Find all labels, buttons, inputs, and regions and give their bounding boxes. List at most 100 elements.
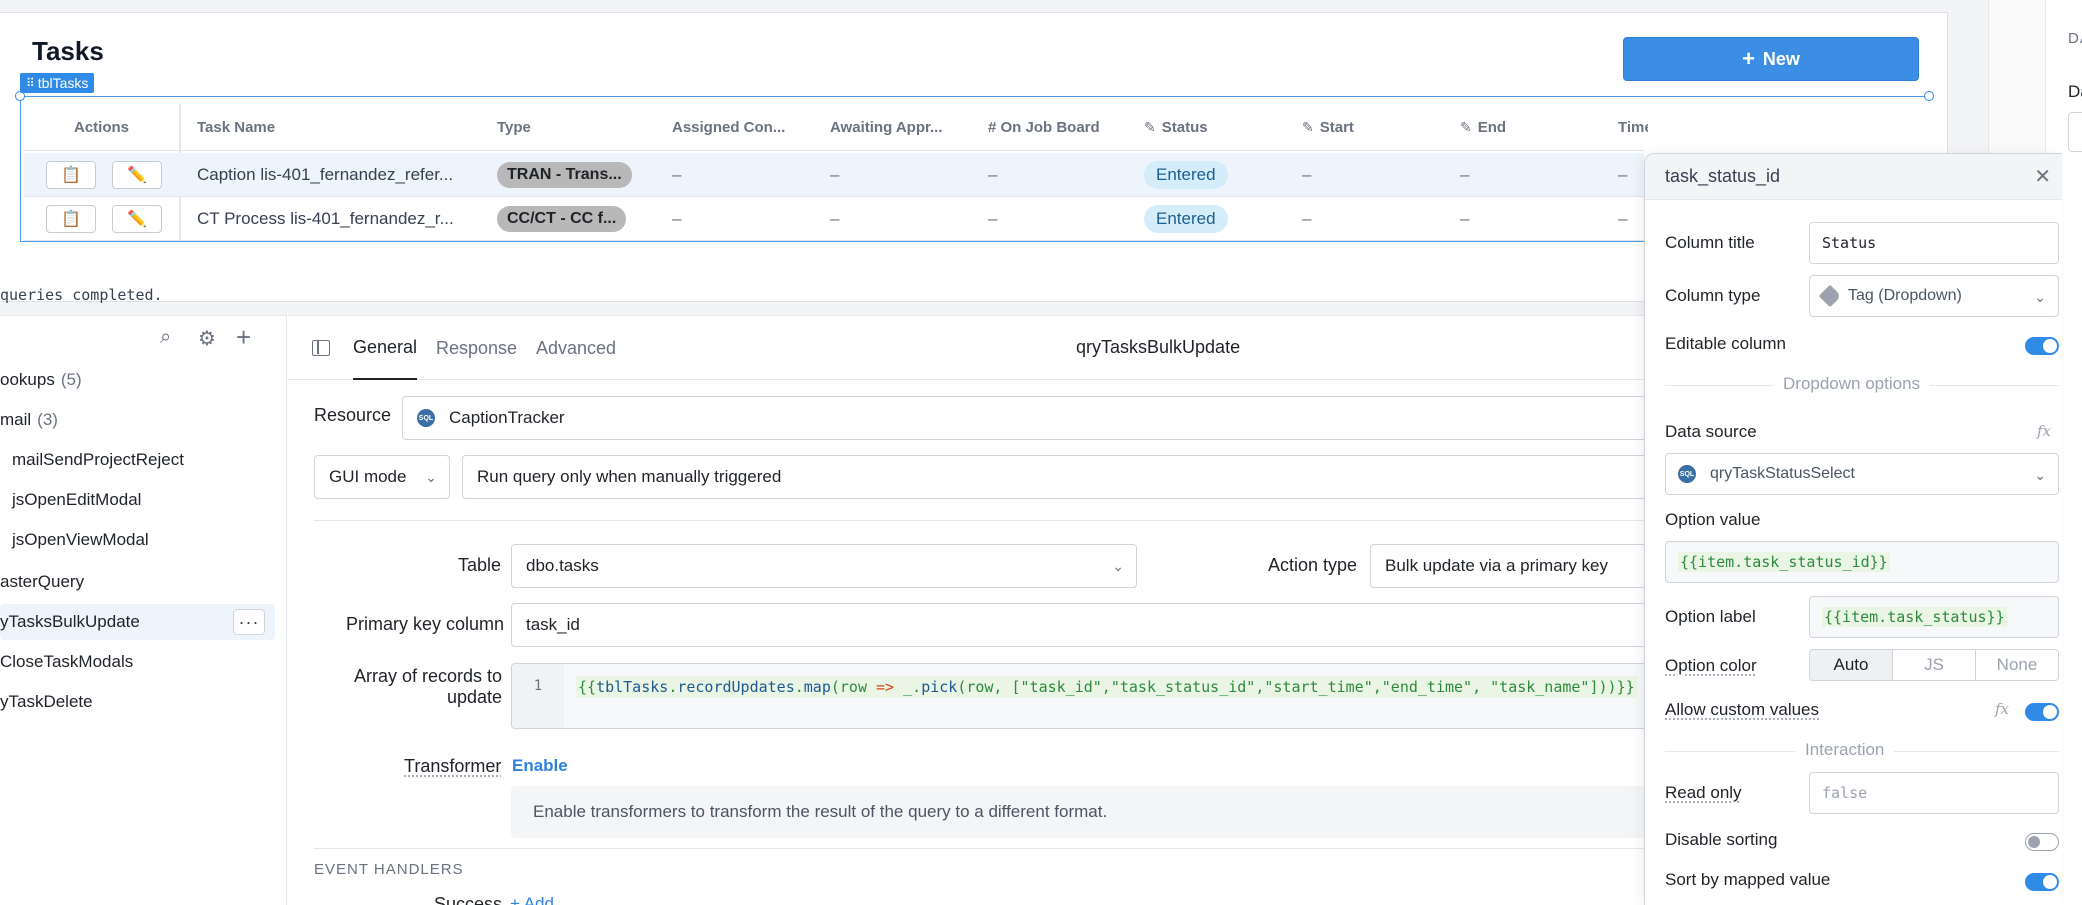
query-list-panel: ⌕ ⚙ + ookups (5) mail (3) mailSendProjectR… [0,315,287,905]
database-icon: SQL [1678,465,1696,483]
primary-key-input[interactable]: task_id [511,603,1648,647]
allow-custom-toggle[interactable] [2025,703,2059,721]
option-color-none[interactable]: None [1975,650,2058,680]
data-source-label: Data source [1665,422,1757,441]
pencil-icon: ✎ [1302,119,1314,135]
records-code-editor[interactable]: 1 {{tblTasks.recordUpdates.map(row => _.… [511,663,1648,729]
editable-column-toggle[interactable] [2025,337,2059,355]
inspector-title: task_status_id [1665,166,1781,186]
tag-icon [1818,284,1842,308]
panel-icon[interactable] [312,340,330,356]
query-item[interactable]: yTaskDelete [0,684,275,720]
drag-grip-icon[interactable]: ⠿ [26,76,35,90]
table-header: Actions Task Name Type Assigned Con... A… [24,104,1648,151]
query-item-active[interactable]: yTasksBulkUpdate ··· [0,604,275,640]
search-icon[interactable]: ⌕ [160,326,171,349]
plus-icon[interactable]: + [236,322,251,353]
query-item[interactable]: jsOpenEditModal [0,482,275,518]
mode-select[interactable]: GUI mode ⌄ [314,455,450,499]
sliders-icon[interactable]: ⚙ [198,326,216,351]
query-name[interactable]: qryTasksBulkUpdate [1076,337,1240,358]
column-title-input[interactable]: Status [1809,222,2059,264]
query-item[interactable]: mailSendProjectReject [0,442,275,478]
close-icon[interactable]: ✕ [2034,164,2051,189]
column-header-status[interactable]: ✎ Status [1144,104,1294,151]
trigger-select[interactable]: Run query only when manually triggered [462,455,1648,499]
cell-type[interactable]: CC/CT - CC f... [497,197,667,241]
edit-task-button[interactable]: ✏️ [112,161,162,189]
new-task-button[interactable]: + New [1623,37,1919,81]
fx-icon[interactable]: fx [1995,700,2009,718]
column-header-assigned[interactable]: Assigned Con... [672,104,822,151]
add-success-handler-link[interactable]: + Add [510,894,554,905]
option-color-js[interactable]: JS [1892,650,1975,680]
cell-on-job-board[interactable]: – [988,197,1138,241]
resource-label: Resource [314,405,392,425]
edit-task-button[interactable]: ✏️ [112,205,162,233]
option-label-input[interactable]: {{item.task_status}} [1809,596,2059,638]
cell-task-name[interactable]: Caption lis-401_fernandez_refer... [197,153,487,197]
disable-sorting-toggle[interactable] [2025,833,2059,851]
table-select[interactable]: dbo.tasks ⌄ [511,544,1137,588]
success-label: Success [434,894,503,905]
query-folder-email[interactable]: mail (3) [0,402,275,438]
cell-on-job-board[interactable]: – [988,153,1138,197]
column-header-task-name[interactable]: Task Name [197,104,497,151]
cell-assigned[interactable]: – [672,197,822,241]
column-header-time-zone[interactable]: Time Zone [1618,104,1648,151]
column-header-end[interactable]: ✎ End [1460,104,1610,151]
resize-handle[interactable] [1924,91,1934,101]
query-item[interactable]: asterQuery [0,564,275,600]
records-code: {{tblTasks.recordUpdates.map(row => _.pi… [576,676,1637,698]
enable-transformer-link[interactable]: Enable [512,756,568,776]
table-row[interactable]: 📋 ✏️ Caption lis-401_fernandez_refer... … [24,153,1644,197]
resource-select[interactable]: SQL CaptionTracker [402,396,1648,440]
column-header-start[interactable]: ✎ Start [1302,104,1452,151]
new-button-label: New [1762,48,1800,69]
cell-awaiting[interactable]: – [830,153,980,197]
dropdown-options-title: Dropdown options [1773,374,1931,394]
clipboard-icon: 📋 [61,167,81,184]
query-folder-lookups[interactable]: ookups (5) [0,362,275,398]
line-number: 1 [512,664,564,728]
column-header-awaiting[interactable]: Awaiting Appr... [830,104,980,151]
query-item[interactable]: jsOpenViewModal [0,522,275,558]
column-header-on-job-board[interactable]: # On Job Board [988,104,1138,151]
chevron-down-icon: ⌄ [2034,289,2046,305]
column-type-select[interactable]: Tag (Dropdown) ⌄ [1809,275,2059,317]
data-source-select[interactable]: SQL qryTaskStatusSelect ⌄ [1665,453,2059,495]
cell-start[interactable]: – [1302,153,1452,197]
option-value-input[interactable]: {{item.task_status_id}} [1665,541,2059,583]
column-header-actions[interactable]: Actions [24,104,179,151]
panel-input-stub[interactable] [2068,112,2082,152]
pencil-icon: ✏️ [127,211,147,228]
status-message: queries completed. [0,286,163,304]
table-row[interactable]: 📋 ✏️ CT Process lis-401_fernandez_r... C… [24,197,1644,241]
pencil-icon: ✎ [1460,119,1472,135]
query-item[interactable]: CloseTaskModals [0,644,275,680]
tab-general[interactable]: General [353,316,418,380]
cell-task-name[interactable]: CT Process lis-401_fernandez_r... [197,197,487,241]
view-task-button[interactable]: 📋 [46,161,96,189]
action-type-select[interactable]: Bulk update via a primary key [1370,544,1648,588]
component-badge[interactable]: ⠿ tblTasks [20,73,95,93]
cell-start[interactable]: – [1302,197,1452,241]
tab-response[interactable]: Response [436,316,517,380]
cell-awaiting[interactable]: – [830,197,980,241]
cell-end[interactable]: – [1460,197,1610,241]
cell-assigned[interactable]: – [672,153,822,197]
cell-end[interactable]: – [1460,153,1610,197]
view-task-button[interactable]: 📋 [46,205,96,233]
option-color-segmented[interactable]: Auto JS None [1809,649,2059,681]
cell-type[interactable]: TRAN - Trans... [497,153,667,197]
tab-advanced[interactable]: Advanced [536,316,616,380]
option-color-auto[interactable]: Auto [1810,650,1892,680]
column-header-type[interactable]: Type [497,104,667,151]
read-only-input[interactable]: false [1809,772,2059,814]
cell-status[interactable]: Entered [1144,153,1294,197]
editable-column-label: Editable column [1665,334,1786,353]
sort-mapped-toggle[interactable] [2025,873,2059,891]
cell-status[interactable]: Entered [1144,197,1294,241]
more-options-button[interactable]: ··· [233,609,265,635]
fx-icon[interactable]: fx [2037,422,2051,440]
